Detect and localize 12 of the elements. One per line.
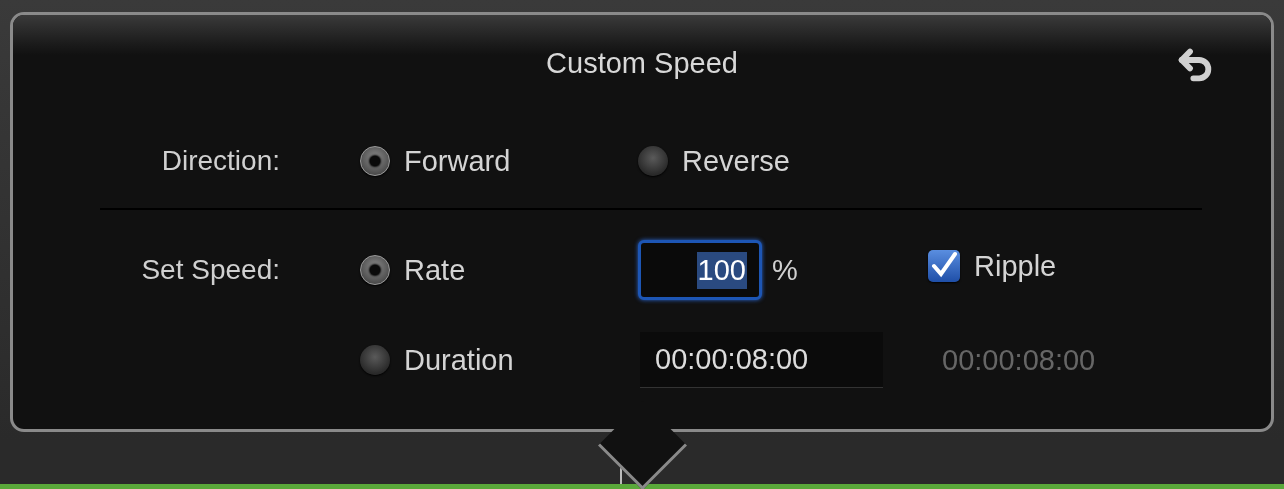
- unit-label: %: [772, 253, 798, 287]
- field-label: Set Speed:: [141, 254, 280, 286]
- field-label: Direction:: [161, 145, 280, 177]
- dialog-title: Custom Speed: [546, 46, 738, 81]
- radio-button[interactable]: Forward: [360, 144, 511, 178]
- rate-field[interactable]: 100: [638, 240, 762, 300]
- radio-button[interactable]: Rate: [360, 253, 466, 287]
- ripple-checkbox[interactable]: Ripple: [928, 249, 1057, 283]
- radio-button[interactable]: Reverse: [638, 144, 790, 178]
- duration-result: 00:00:08:00: [942, 343, 1096, 377]
- radio-button[interactable]: Duration: [360, 343, 514, 377]
- duration-field[interactable]: 00:00:08:00: [640, 332, 883, 388]
